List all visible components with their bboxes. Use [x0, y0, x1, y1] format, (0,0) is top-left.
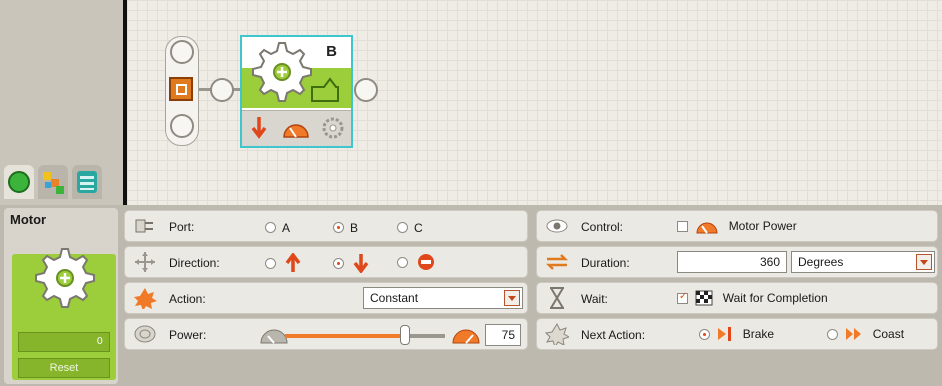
control-label: Control: — [581, 220, 624, 234]
sequence-beam-icon — [169, 77, 193, 101]
duration-unit-dropdown[interactable]: Degrees — [791, 251, 935, 273]
brake-label: Brake — [742, 327, 775, 341]
arrow-up-icon — [285, 252, 301, 272]
direction-backward-option[interactable] — [333, 253, 369, 274]
motor-summary: Motor 0 Reset — [4, 208, 118, 384]
motor-port-icon — [311, 77, 339, 102]
checkered-flag-icon — [695, 290, 713, 306]
rotation-counter: 0 — [18, 332, 110, 352]
duration-label: Duration: — [581, 256, 630, 270]
port-icon — [135, 219, 153, 233]
port-row: Port: A B C — [124, 210, 528, 242]
block-connector-in[interactable] — [210, 78, 234, 102]
common-palette-tab[interactable] — [4, 165, 34, 199]
wait-for-completion-checkbox[interactable]: Wait for Completion — [677, 290, 828, 306]
power-row: Power: 75 — [124, 318, 528, 350]
block-connector-out[interactable] — [354, 78, 378, 102]
duration-unit-value: Degrees — [798, 255, 844, 269]
reset-button[interactable]: Reset — [18, 358, 110, 378]
beam-connector-bottom[interactable] — [170, 114, 194, 138]
control-row: Control: Motor Power — [536, 210, 938, 242]
wait-icon — [550, 287, 564, 309]
configuration-panel: Motor 0 Reset Port: A B C Direction: Act… — [0, 205, 942, 386]
port-option-c[interactable]: C — [397, 220, 423, 235]
direction-row: Direction: — [124, 246, 528, 278]
motor-block[interactable]: B — [240, 35, 353, 148]
coast-icon — [846, 328, 862, 340]
gear-icon — [252, 42, 312, 102]
brake-option[interactable]: Brake — [699, 326, 774, 342]
block-port-letter: B — [326, 43, 337, 60]
action-row: Action: Constant — [124, 282, 528, 314]
direction-forward-option[interactable] — [265, 252, 301, 273]
duration-icon — [322, 117, 344, 139]
panel-title: Motor — [10, 212, 47, 227]
direction-icon — [135, 252, 155, 272]
motor-power-checkbox[interactable]: Motor Power — [677, 218, 797, 234]
wait-label: Wait: — [581, 292, 608, 306]
coast-label: Coast — [872, 327, 905, 341]
next-action-icon — [545, 323, 569, 345]
complete-palette-tab[interactable] — [38, 165, 68, 199]
block-palette — [0, 0, 123, 205]
custom-palette-tab[interactable] — [72, 165, 102, 199]
brake-icon — [718, 327, 732, 341]
action-label: Action: — [169, 292, 206, 306]
wait-for-completion-label: Wait for Completion — [722, 291, 828, 305]
palette-tabs — [4, 165, 102, 201]
chevron-down-icon[interactable] — [504, 290, 520, 306]
stop-icon — [418, 254, 435, 270]
power-slider[interactable] — [285, 334, 445, 338]
port-option-a[interactable]: A — [265, 220, 290, 235]
action-dropdown[interactable]: Constant — [363, 287, 523, 309]
control-icon — [546, 219, 568, 233]
direction-arrow-icon — [251, 117, 267, 139]
motor-power-label: Motor Power — [728, 219, 797, 233]
power-slider-fill — [285, 334, 405, 338]
duration-row: Duration: 360 Degrees — [536, 246, 938, 278]
custom-palette-icon — [77, 171, 97, 193]
power-label: Power: — [169, 328, 207, 342]
direction-label: Direction: — [169, 256, 220, 270]
direction-stop-option[interactable] — [397, 253, 435, 271]
common-palette-icon — [8, 171, 30, 193]
action-dropdown-value: Constant — [370, 291, 419, 305]
beam-connector-top[interactable] — [170, 40, 194, 64]
next-action-label: Next Action: — [581, 328, 646, 342]
port-option-b[interactable]: B — [333, 220, 358, 235]
next-action-row: Next Action: Brake Coast — [536, 318, 938, 350]
power-slider-thumb[interactable] — [400, 325, 410, 345]
fast-speed-icon — [452, 329, 480, 344]
gear-icon — [35, 248, 95, 308]
chevron-down-icon[interactable] — [916, 254, 932, 270]
power-icon — [134, 325, 156, 343]
power-input[interactable]: 75 — [485, 324, 521, 346]
speedometer-icon — [696, 222, 718, 234]
block-status-strip — [242, 110, 351, 146]
duration-input[interactable]: 360 — [677, 251, 787, 273]
wait-row: Wait: Wait for Completion — [536, 282, 938, 314]
complete-palette-icon — [43, 172, 64, 194]
arrow-down-icon — [353, 254, 369, 274]
coast-option[interactable]: Coast — [827, 326, 904, 342]
action-icon — [134, 288, 157, 309]
duration-icon — [545, 254, 569, 270]
speedometer-icon — [283, 124, 309, 138]
port-label: Port: — [169, 220, 195, 234]
